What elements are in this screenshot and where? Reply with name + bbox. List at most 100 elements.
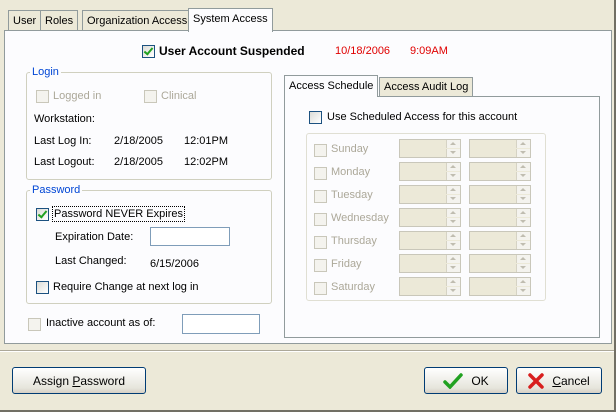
tab-access-schedule[interactable]: Access Schedule [284,75,379,97]
cancel-button[interactable]: Cancel [516,367,602,394]
friday-start-spinner[interactable] [399,254,461,273]
spin-down-icon[interactable] [446,195,460,203]
suspended-label: User Account Suspended [159,44,305,58]
spin-down-icon[interactable] [516,195,530,203]
last-login-label: Last Log In: [34,135,92,147]
thursday-end-spinner[interactable] [469,231,531,250]
wednesday-checkbox[interactable] [314,213,327,226]
last-logout-date: 2/18/2005 [114,156,163,168]
use-scheduled-access-checkbox[interactable] [309,111,322,124]
saturday-end-spinner[interactable] [469,277,531,296]
friday-end-spinner[interactable] [469,254,531,273]
friday-label: Friday [331,258,362,270]
suspended-time: 9:09AM [410,45,448,57]
spin-down-icon[interactable] [516,149,530,157]
spin-down-icon[interactable] [516,264,530,272]
ok-label: OK [471,373,489,388]
last-changed-label: Last Changed: [55,255,127,267]
spin-up-icon[interactable] [446,232,460,240]
password-group-title: Password [30,184,83,196]
tab-access-schedule-label: Access Schedule [289,80,374,92]
tab-access-audit-log-label: Access Audit Log [384,81,469,93]
require-change-checkbox[interactable] [36,281,49,294]
friday-checkbox[interactable] [314,259,327,272]
tab-roles[interactable]: Roles [40,10,79,31]
never-expires-checkbox[interactable] [36,208,49,221]
tab-organization-access[interactable]: Organization Access [82,10,193,31]
monday-start-spinner[interactable] [399,162,461,181]
sunday-end-spinner[interactable] [469,139,531,158]
use-scheduled-access-label: Use Scheduled Access for this account [327,111,518,123]
spin-up-icon[interactable] [516,232,530,240]
saturday-start-spinner[interactable] [399,277,461,296]
suspended-checkbox[interactable] [142,45,155,58]
last-login-date: 2/18/2005 [114,135,163,147]
tab-user[interactable]: User [8,10,42,31]
sunday-checkbox[interactable] [314,144,327,157]
spin-up-icon[interactable] [516,163,530,171]
assign-password-label: Assign Password [32,373,126,388]
tab-system-access-label: System Access [193,13,268,25]
spin-up-icon[interactable] [446,140,460,148]
spin-up-icon[interactable] [446,163,460,171]
spin-down-icon[interactable] [516,287,530,295]
spin-down-icon[interactable] [446,264,460,272]
monday-end-spinner[interactable] [469,162,531,181]
spin-up-icon[interactable] [516,278,530,286]
footer-separator [0,350,616,352]
tuesday-end-spinner[interactable] [469,185,531,204]
tab-organization-access-label: Organization Access [87,15,188,27]
clinical-checkbox[interactable] [144,90,157,103]
tuesday-start-spinner[interactable] [399,185,461,204]
tab-access-audit-log[interactable]: Access Audit Log [379,77,474,97]
last-logout-time: 12:02PM [184,156,229,168]
spin-up-icon[interactable] [516,140,530,148]
spin-down-icon[interactable] [446,218,460,226]
assign-password-button[interactable]: Assign Password [12,367,146,394]
spin-up-icon[interactable] [446,209,460,217]
never-expires-label: Password NEVER Expires [52,206,185,222]
last-changed-value: 6/15/2006 [150,258,199,270]
wednesday-start-spinner[interactable] [399,208,461,227]
spin-down-icon[interactable] [446,287,460,295]
sunday-label: Sunday [331,143,369,155]
wednesday-label: Wednesday [331,212,389,224]
close-icon [528,372,545,389]
thursday-start-spinner[interactable] [399,231,461,250]
suspended-date: 10/18/2006 [335,45,391,57]
tab-system-access[interactable]: System Access [188,8,273,32]
spin-up-icon[interactable] [446,278,460,286]
spin-up-icon[interactable] [446,255,460,263]
thursday-label: Thursday [331,235,377,247]
tab-roles-label: Roles [45,15,74,27]
tuesday-checkbox[interactable] [314,190,327,203]
saturday-checkbox[interactable] [314,282,327,295]
workstation-label: Workstation: [34,113,95,125]
logged-in-label: Logged in [53,90,102,102]
spin-down-icon[interactable] [446,172,460,180]
thursday-checkbox[interactable] [314,236,327,249]
last-logout-label: Last Logout: [34,156,95,168]
inactive-date-input[interactable] [182,314,260,334]
wednesday-end-spinner[interactable] [469,208,531,227]
logged-in-checkbox[interactable] [36,90,49,103]
expiration-label: Expiration Date: [55,231,134,243]
monday-label: Monday [331,166,371,178]
sunday-start-spinner[interactable] [399,139,461,158]
spin-down-icon[interactable] [516,172,530,180]
inactive-checkbox[interactable] [28,318,41,331]
expiration-date-input[interactable] [150,227,230,246]
monday-checkbox[interactable] [314,167,327,180]
spin-up-icon[interactable] [516,209,530,217]
ok-button[interactable]: OK [424,367,508,394]
spin-down-icon[interactable] [446,149,460,157]
spin-down-icon[interactable] [446,241,460,249]
spin-up-icon[interactable] [516,186,530,194]
spin-up-icon[interactable] [446,186,460,194]
spin-up-icon[interactable] [516,255,530,263]
tuesday-label: Tuesday [331,189,373,201]
spin-down-icon[interactable] [516,241,530,249]
spin-down-icon[interactable] [516,218,530,226]
inactive-label: Inactive account as of: [46,317,156,329]
checkmark-icon [443,372,464,389]
